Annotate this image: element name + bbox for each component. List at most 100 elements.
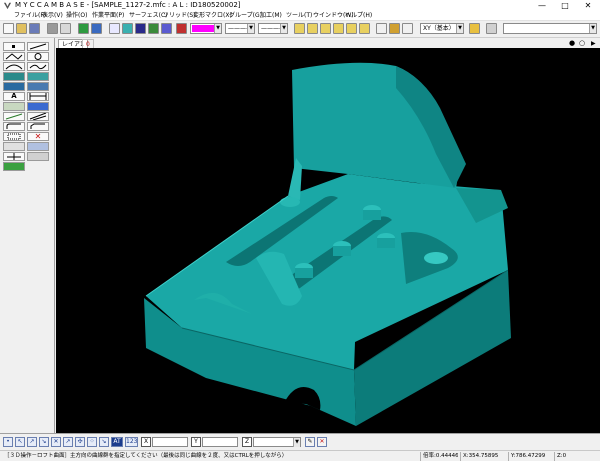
- wire-icon[interactable]: [135, 23, 146, 34]
- snap-near-icon[interactable]: [346, 23, 357, 34]
- dimension-icon[interactable]: [27, 92, 49, 101]
- menu-group[interactable]: グループ(G): [229, 11, 262, 21]
- save-icon[interactable]: [29, 23, 40, 34]
- chamfer-icon[interactable]: [27, 122, 49, 131]
- trim-icon[interactable]: [3, 112, 25, 121]
- pan-icon[interactable]: [389, 23, 400, 34]
- chevron-down-icon: ▼: [247, 24, 254, 33]
- snap-perp-icon[interactable]: ↗: [63, 437, 73, 447]
- cylinder-head-model: [144, 62, 511, 426]
- copy-icon[interactable]: [3, 142, 25, 151]
- fillet-icon[interactable]: [3, 122, 25, 131]
- move-icon[interactable]: [27, 142, 49, 151]
- text-tool-button[interactable]: A: [3, 92, 25, 101]
- circle-icon[interactable]: [27, 52, 49, 61]
- view-toggle-empty[interactable]: ○: [576, 39, 588, 48]
- chevron-down-icon: ▼: [280, 24, 287, 33]
- hatch-icon[interactable]: [3, 102, 25, 111]
- arc-icon[interactable]: [3, 62, 25, 71]
- solid-icon[interactable]: [27, 72, 49, 81]
- sweep-icon[interactable]: [27, 82, 49, 91]
- menu-surface[interactable]: サーフェス(C): [129, 11, 168, 21]
- command-select[interactable]: ▼: [503, 23, 597, 34]
- shade-icon[interactable]: [91, 23, 102, 34]
- snap-number-button[interactable]: 123: [125, 437, 138, 447]
- view-icon[interactable]: [122, 23, 133, 34]
- menu-view[interactable]: 表示(V): [42, 11, 63, 21]
- y-label: Y: [191, 437, 201, 447]
- snap-line-icon[interactable]: ↗: [27, 437, 37, 447]
- model-right-bore: [424, 252, 448, 264]
- curve-icon[interactable]: [27, 62, 49, 71]
- array-icon[interactable]: [27, 152, 49, 161]
- snap-cross-icon[interactable]: ✕: [51, 437, 61, 447]
- snap-near-icon[interactable]: ✣: [75, 437, 85, 447]
- point-icon[interactable]: [3, 42, 25, 51]
- coordinate-bar: • ↖ ↗ ↘ ✕ ↗ ✣ ⁘ ↘ AT 123 X Y Z ▼ ✎ ✕: [0, 433, 600, 450]
- blank-icon[interactable]: [60, 23, 71, 34]
- y-input[interactable]: [202, 437, 238, 447]
- status-x: X:354.75895: [460, 452, 506, 461]
- offset-icon[interactable]: [27, 112, 49, 121]
- snap-grid-icon[interactable]: ⁘: [87, 437, 97, 447]
- main-toolbar: ▼ ———— ▼ ———— ▼ XY（基本） ▼ ▼: [0, 21, 600, 38]
- tab-layer0[interactable]: 0: [82, 39, 94, 48]
- new-icon[interactable]: [3, 23, 14, 34]
- maximize-button[interactable]: □: [555, 0, 575, 11]
- snap-intersect-icon[interactable]: [333, 23, 344, 34]
- view-next-arrow[interactable]: ▶: [588, 39, 599, 48]
- snap-mid-icon[interactable]: ↘: [39, 437, 49, 447]
- snap-center-icon[interactable]: [320, 23, 331, 34]
- layer-icon[interactable]: [78, 23, 89, 34]
- shade-mode-icon[interactable]: [3, 162, 25, 171]
- workplane-icon[interactable]: [469, 23, 480, 34]
- confirm-icon[interactable]: ✎: [305, 437, 315, 447]
- color-select[interactable]: ▼: [190, 23, 222, 34]
- status-bar: ［３Ｄ操作－ロフト曲面］主方向の曲線群を指定してください（最後は同じ曲線を２度、…: [0, 450, 600, 461]
- snap-tangent-icon[interactable]: ↘: [99, 437, 109, 447]
- model-icon[interactable]: [148, 23, 159, 34]
- snap-mid-icon[interactable]: [307, 23, 318, 34]
- z-input[interactable]: ▼: [253, 437, 301, 447]
- stop-icon[interactable]: [176, 23, 187, 34]
- model-boss-2-side: [377, 238, 395, 248]
- menu-operation[interactable]: 操作(O): [66, 11, 87, 21]
- gray-box-icon[interactable]: [47, 23, 58, 34]
- menu-solid[interactable]: ソリッド(S): [163, 11, 196, 21]
- cancel-icon[interactable]: ✕: [317, 437, 327, 447]
- line-style-select[interactable]: ———— ▼: [225, 23, 255, 34]
- snap-end-icon[interactable]: ↖: [15, 437, 25, 447]
- menu-machining[interactable]: 加工(M): [260, 11, 282, 21]
- measure-icon[interactable]: [27, 102, 49, 111]
- mirror-icon[interactable]: [3, 152, 25, 161]
- chevron-down-icon: ▼: [293, 438, 300, 447]
- surface-icon[interactable]: [3, 72, 25, 81]
- loft-icon[interactable]: [3, 82, 25, 91]
- open-icon[interactable]: [16, 23, 27, 34]
- menu-tools[interactable]: ツール(T): [286, 11, 312, 21]
- polyline-icon[interactable]: [3, 52, 25, 61]
- grid-icon[interactable]: [109, 23, 120, 34]
- close-button[interactable]: ✕: [578, 0, 598, 11]
- menu-deform-macro[interactable]: 変形マクロ(X): [193, 11, 232, 21]
- zoom-icon[interactable]: [402, 23, 413, 34]
- menu-help[interactable]: ヘルプ(H): [345, 11, 372, 21]
- line-width-select[interactable]: ———— ▼: [258, 23, 288, 34]
- group-icon[interactable]: [3, 132, 25, 141]
- snap-end-icon[interactable]: [294, 23, 305, 34]
- status-scale: 倍率:0.44446: [420, 452, 458, 461]
- delete-icon[interactable]: ✕: [27, 132, 49, 141]
- x-input[interactable]: [152, 437, 188, 447]
- render-icon[interactable]: [161, 23, 172, 34]
- rotate-icon[interactable]: [376, 23, 387, 34]
- line-icon[interactable]: [27, 42, 49, 51]
- snap-point-icon[interactable]: •: [3, 437, 13, 447]
- snap-grid-icon[interactable]: [359, 23, 370, 34]
- view-plane-select[interactable]: XY（基本） ▼: [420, 23, 464, 34]
- 3d-viewport[interactable]: [56, 48, 600, 433]
- print-icon[interactable]: [486, 23, 497, 34]
- minimize-button[interactable]: —: [532, 0, 552, 11]
- menu-workplane[interactable]: 作業平面(P): [92, 11, 124, 21]
- snap-at-button[interactable]: AT: [111, 437, 123, 447]
- chevron-down-icon: ▼: [589, 24, 596, 33]
